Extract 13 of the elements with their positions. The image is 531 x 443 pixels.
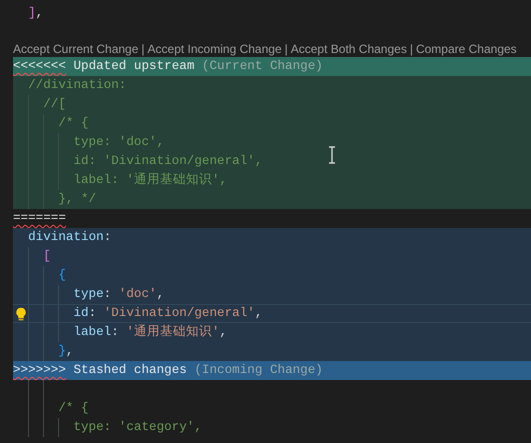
code-line: /* { xyxy=(13,399,531,418)
lightbulb-icon[interactable] xyxy=(15,307,27,321)
codelens-action-link[interactable]: Accept Both Changes xyxy=(290,42,407,56)
codelens-separator: | xyxy=(284,42,288,56)
codelens-separator: | xyxy=(410,42,413,56)
conflict-marker-line: ======= xyxy=(13,210,67,227)
code-line: type: 'category', xyxy=(13,418,531,437)
text-cursor-icon xyxy=(328,146,336,164)
codelens-action-link[interactable]: Compare Changes xyxy=(416,42,517,56)
codelens-action-link[interactable]: Accept Incoming Change xyxy=(148,42,282,56)
codelens-action-link[interactable]: Accept Current Change xyxy=(13,42,138,56)
codelens-separator: | xyxy=(141,42,145,56)
code-line: ], xyxy=(27,5,44,22)
